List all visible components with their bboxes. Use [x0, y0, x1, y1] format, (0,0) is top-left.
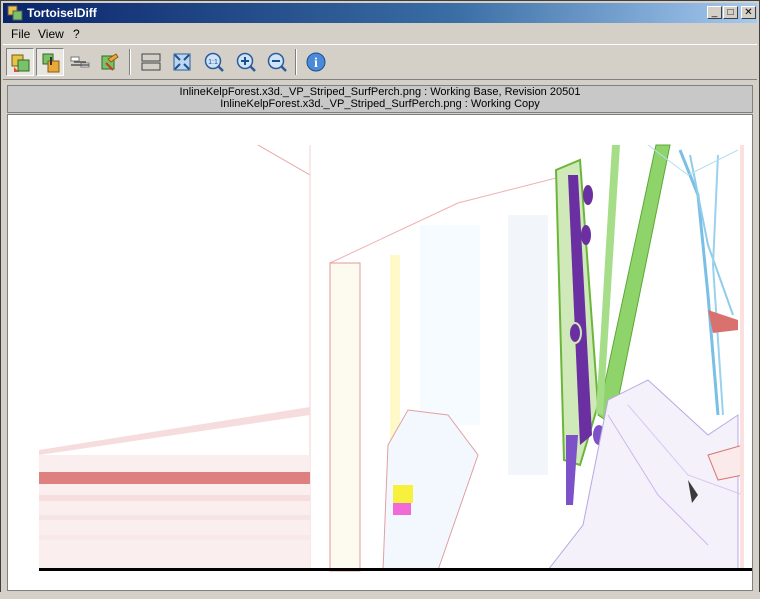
toolbar: 1:1 i	[3, 44, 757, 80]
info-icon: i	[306, 52, 326, 72]
link-images-button[interactable]	[66, 48, 94, 76]
fit-together-button[interactable]	[96, 48, 124, 76]
diff-image	[8, 115, 752, 590]
toolbar-separator	[129, 49, 131, 75]
vertical-layout-button[interactable]	[137, 48, 165, 76]
link-images-icon	[70, 56, 90, 68]
close-button[interactable]: ✕	[741, 6, 756, 19]
window-title: TortoiseIDiff	[27, 6, 97, 20]
menu-view[interactable]: View	[38, 27, 64, 41]
image-viewer[interactable]	[7, 114, 753, 591]
fit-window-icon	[173, 53, 191, 71]
image-info-panel: InlineKelpForest.x3d._VP_Striped_SurfPer…	[7, 85, 753, 113]
taskbar-edge	[0, 592, 760, 599]
menu-file[interactable]: File	[11, 27, 30, 41]
overlap-images-icon	[11, 54, 30, 72]
actual-size-label: 1:1	[208, 59, 218, 66]
fit-window-button[interactable]	[168, 48, 196, 76]
title-bar[interactable]: TortoiseIDiff _ □ ✕	[3, 3, 757, 23]
minimize-button[interactable]: _	[707, 6, 722, 19]
base-image-info: InlineKelpForest.x3d._VP_Striped_SurfPer…	[179, 86, 581, 98]
vertical-layout-icon	[141, 53, 161, 71]
maximize-button[interactable]: □	[723, 6, 738, 19]
fit-together-icon	[101, 53, 119, 71]
overlap-images-button[interactable]	[6, 48, 34, 76]
app-window: TortoiseIDiff _ □ ✕ File View ? 1:1 i In…	[0, 0, 760, 599]
blend-alpha-button[interactable]	[36, 48, 64, 76]
menu-help[interactable]: ?	[73, 27, 80, 41]
toolbar-separator	[295, 49, 297, 75]
menu-bar: File View ?	[3, 24, 757, 43]
zoom-in-icon	[236, 52, 256, 72]
zoom-in-button[interactable]	[232, 48, 260, 76]
tortoiseidiff-app-icon	[7, 5, 23, 21]
actual-size-button[interactable]: 1:1	[200, 48, 228, 76]
info-glyph: i	[314, 56, 318, 71]
working-copy-info: InlineKelpForest.x3d._VP_Striped_SurfPer…	[220, 98, 540, 110]
zoom-out-button[interactable]	[263, 48, 291, 76]
blend-alpha-icon	[42, 53, 60, 73]
actual-size-icon: 1:1	[204, 52, 224, 72]
zoom-out-icon	[267, 52, 287, 72]
info-button[interactable]: i	[302, 48, 330, 76]
